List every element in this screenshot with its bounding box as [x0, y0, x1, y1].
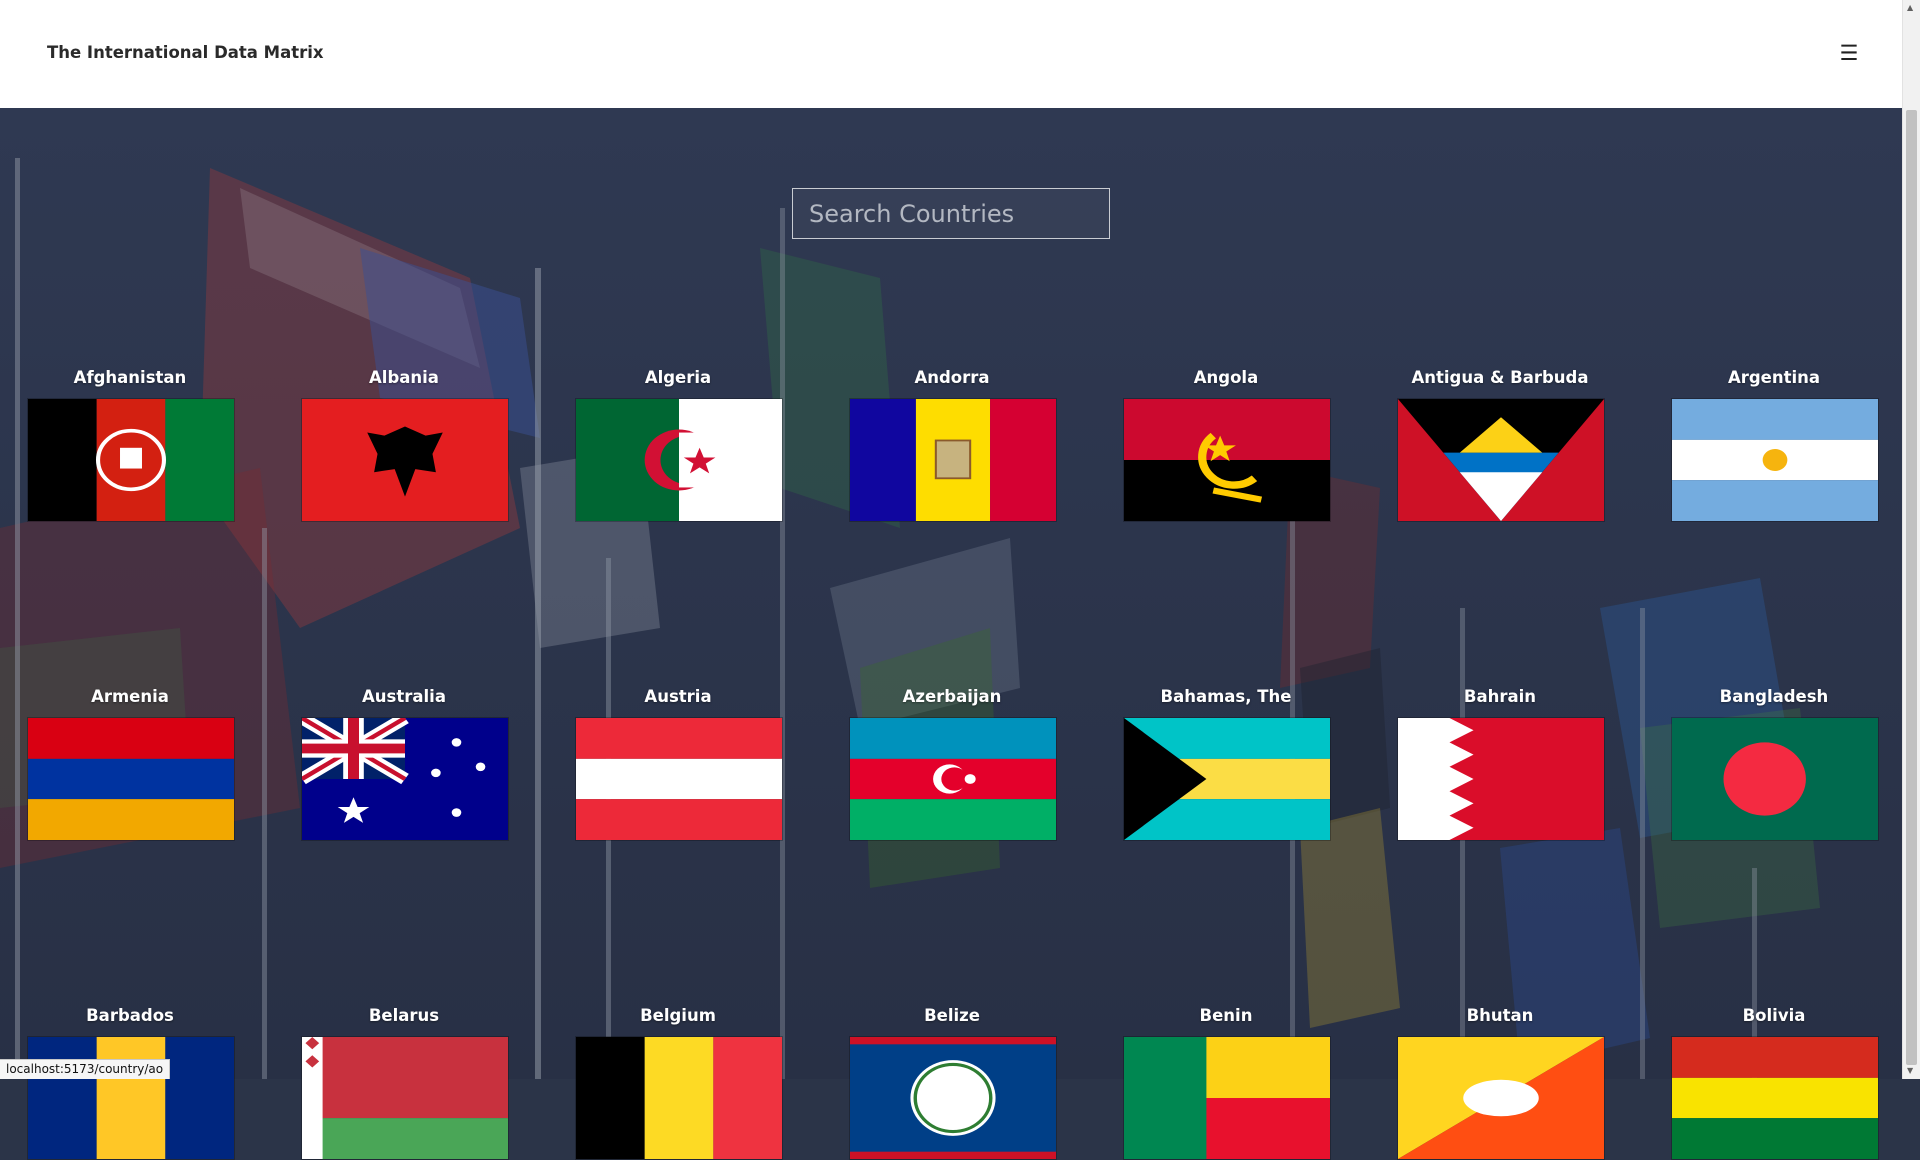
- australia-flag-icon: [301, 717, 509, 841]
- country-name: Afghanistan: [73, 368, 187, 387]
- search-countries-input[interactable]: [792, 188, 1110, 239]
- country-card-austria[interactable]: Austria: [575, 687, 783, 841]
- site-title[interactable]: The International Data Matrix: [47, 43, 324, 62]
- afghanistan-flag-icon: [27, 398, 235, 522]
- country-card-bahamas[interactable]: Bahamas, The: [1123, 687, 1331, 841]
- site-header: The International Data Matrix ☰: [0, 0, 1902, 108]
- scrollbar-thumb[interactable]: [1906, 110, 1917, 1065]
- country-name: Argentina: [1727, 368, 1821, 387]
- country-card-antigua-barbuda[interactable]: Antigua & Barbuda: [1397, 368, 1605, 522]
- argentina-flag-icon: [1671, 398, 1879, 522]
- belize-flag-icon: [849, 1036, 1057, 1160]
- page-scrollbar[interactable]: ▲ ▼: [1902, 0, 1920, 1079]
- country-card-albania[interactable]: Albania: [301, 368, 509, 522]
- country-card-afghanistan[interactable]: Afghanistan: [27, 368, 235, 522]
- country-name: Belize: [924, 1006, 980, 1025]
- country-name: Bhutan: [1466, 1006, 1534, 1025]
- country-card-belize[interactable]: Belize: [849, 1006, 1057, 1160]
- country-name: Belgium: [640, 1006, 716, 1025]
- country-card-azerbaijan[interactable]: Azerbaijan: [849, 687, 1057, 841]
- country-card-benin[interactable]: Benin: [1123, 1006, 1331, 1160]
- scroll-down-arrow-icon[interactable]: ▼: [1907, 1067, 1913, 1075]
- algeria-flag-icon: [575, 398, 783, 522]
- country-name: Armenia: [91, 687, 169, 706]
- country-name: Andorra: [914, 368, 990, 387]
- bangladesh-flag-icon: [1671, 717, 1879, 841]
- bahrain-flag-icon: [1397, 717, 1605, 841]
- country-name: Bangladesh: [1719, 687, 1829, 706]
- country-name: Azerbaijan: [902, 687, 1002, 706]
- albania-flag-icon: [301, 398, 509, 522]
- country-card-armenia[interactable]: Armenia: [27, 687, 235, 841]
- country-card-australia[interactable]: Australia: [301, 687, 509, 841]
- andorra-flag-icon: [849, 398, 1057, 522]
- country-card-bahrain[interactable]: Bahrain: [1397, 687, 1605, 841]
- country-card-argentina[interactable]: Argentina: [1671, 368, 1879, 522]
- country-name: Bolivia: [1742, 1006, 1806, 1025]
- country-card-bhutan[interactable]: Bhutan: [1397, 1006, 1605, 1160]
- country-card-andorra[interactable]: Andorra: [849, 368, 1057, 522]
- country-name: Bahamas, The: [1160, 687, 1292, 706]
- belgium-flag-icon: [575, 1036, 783, 1160]
- austria-flag-icon: [575, 717, 783, 841]
- country-name: Algeria: [644, 368, 712, 387]
- country-card-angola[interactable]: Angola: [1123, 368, 1331, 522]
- country-name: Benin: [1199, 1006, 1253, 1025]
- browser-status-bar: localhost:5173/country/ao: [0, 1059, 171, 1079]
- country-card-algeria[interactable]: Algeria: [575, 368, 783, 522]
- country-name: Australia: [362, 687, 446, 706]
- hamburger-menu-icon[interactable]: ☰: [1836, 40, 1862, 66]
- country-card-belgium[interactable]: Belgium: [575, 1006, 783, 1160]
- azerbaijan-flag-icon: [849, 717, 1057, 841]
- benin-flag-icon: [1123, 1036, 1331, 1160]
- country-name: Angola: [1193, 368, 1259, 387]
- country-card-barbados[interactable]: Barbados: [27, 1006, 235, 1160]
- armenia-flag-icon: [27, 717, 235, 841]
- belarus-flag-icon: [301, 1036, 509, 1160]
- hero-background: [0, 108, 1902, 1079]
- flags-background-image: [0, 108, 1902, 1079]
- country-card-bolivia[interactable]: Bolivia: [1671, 1006, 1879, 1160]
- bolivia-flag-icon: [1671, 1036, 1879, 1160]
- country-card-belarus[interactable]: Belarus: [301, 1006, 509, 1160]
- country-name: Albania: [369, 368, 439, 387]
- country-name: Bahrain: [1463, 687, 1537, 706]
- country-name: Austria: [644, 687, 712, 706]
- barbados-flag-icon: [27, 1036, 235, 1160]
- bahamas-flag-icon: [1123, 717, 1331, 841]
- bhutan-flag-icon: [1397, 1036, 1605, 1160]
- country-card-bangladesh[interactable]: Bangladesh: [1671, 687, 1879, 841]
- angola-flag-icon: [1123, 398, 1331, 522]
- country-name: Antigua & Barbuda: [1411, 368, 1589, 387]
- scroll-up-arrow-icon[interactable]: ▲: [1907, 4, 1913, 12]
- country-name: Barbados: [86, 1006, 174, 1025]
- antigua-barbuda-flag-icon: [1397, 398, 1605, 522]
- country-name: Belarus: [368, 1006, 440, 1025]
